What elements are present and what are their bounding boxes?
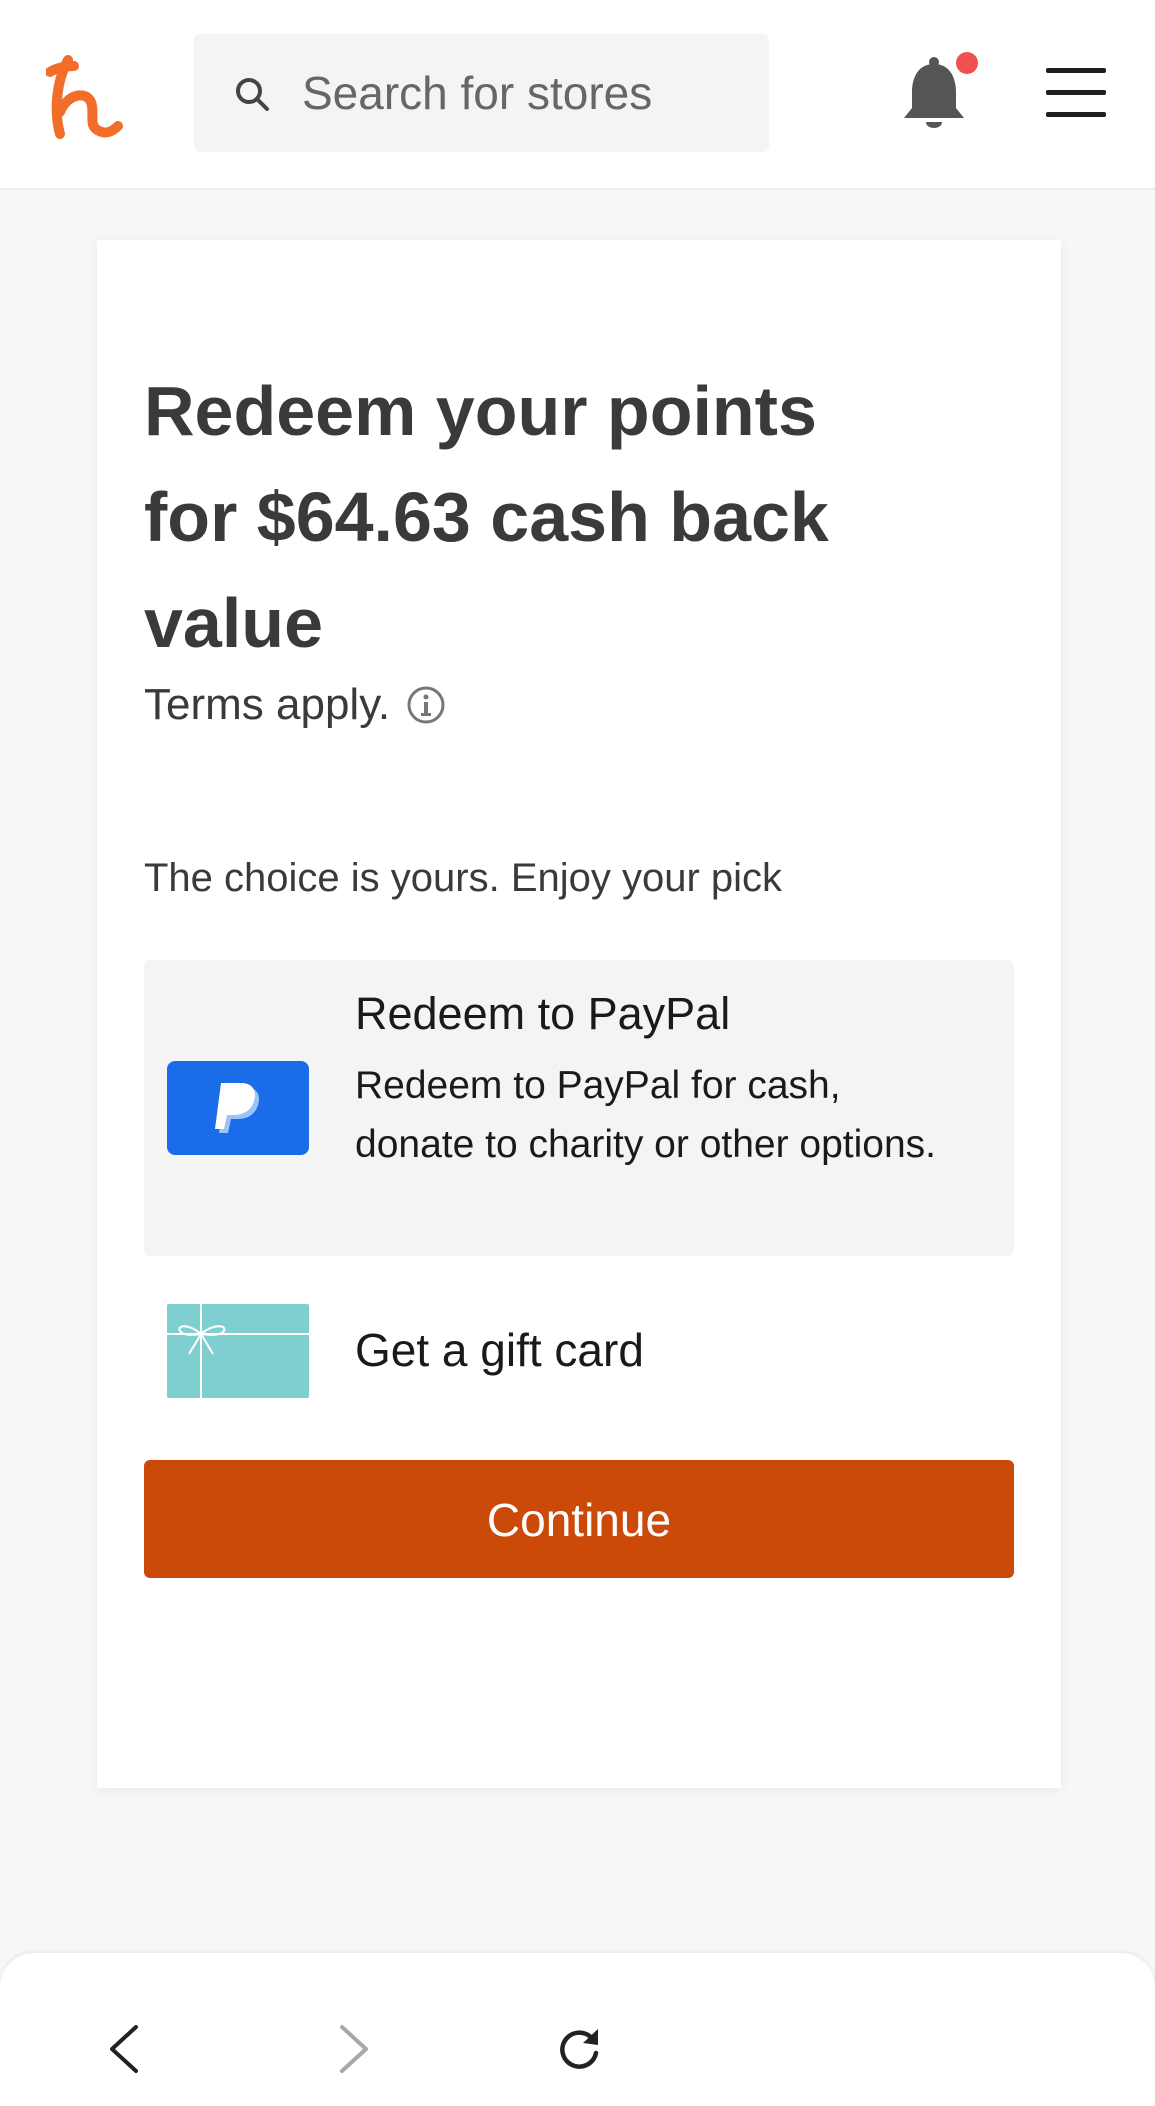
gift-card-option-title: Get a gift card xyxy=(355,1324,644,1376)
gift-card-icon xyxy=(167,1304,309,1398)
redeem-card: Redeem your points for $64.63 cash back … xyxy=(97,240,1061,1788)
terms-row: Terms apply. xyxy=(144,680,446,730)
search-placeholder: Search for stores xyxy=(302,67,653,119)
notification-badge xyxy=(956,52,978,74)
search-icon xyxy=(236,78,269,111)
paypal-icon xyxy=(167,1061,309,1155)
paypal-option-description: Redeem to PayPal for cash, donate to cha… xyxy=(355,1064,937,1166)
terms-text: Terms apply. xyxy=(144,680,391,729)
option-gift-card[interactable]: Get a gift card xyxy=(144,1292,1014,1402)
browser-bottom-bar xyxy=(0,1953,1155,2106)
top-header: Search for stores xyxy=(0,0,1155,190)
option-paypal[interactable]: Redeem to PayPal Redeem to PayPal for ca… xyxy=(144,960,1014,1256)
chevron-left-icon[interactable] xyxy=(100,2023,150,2075)
info-icon[interactable] xyxy=(406,685,446,725)
chevron-right-icon[interactable] xyxy=(328,2023,378,2075)
continue-button[interactable]: Continue xyxy=(144,1460,1014,1578)
paypal-option-title: Redeem to PayPal xyxy=(355,988,731,1039)
choice-text: The choice is yours. Enjoy your pick xyxy=(144,856,783,900)
honey-logo-icon[interactable] xyxy=(46,52,126,140)
hamburger-menu-icon[interactable] xyxy=(1046,68,1106,118)
search-box[interactable]: Search for stores xyxy=(194,34,769,152)
page-title: Redeem your points for $64.63 cash back … xyxy=(144,372,829,662)
reload-icon[interactable] xyxy=(554,2023,604,2075)
